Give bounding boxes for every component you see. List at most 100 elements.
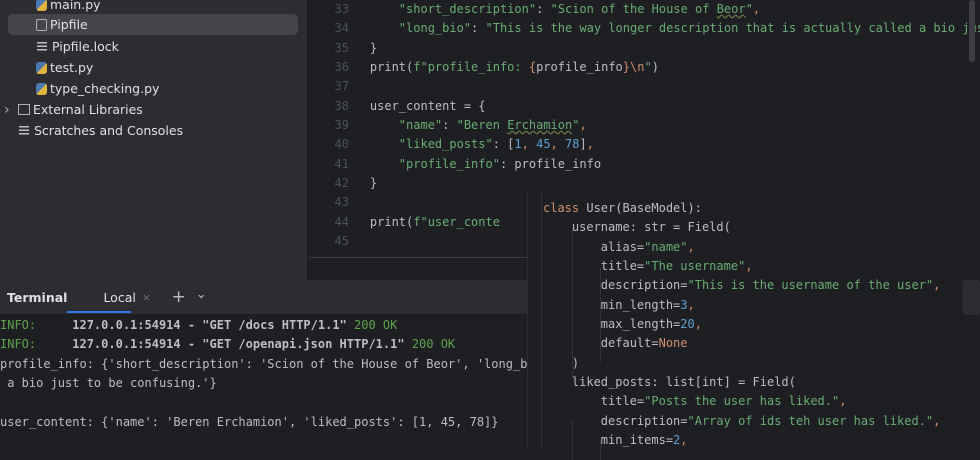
code-line: } — [341, 41, 377, 55]
popup-code-line: description="Array of ids teh user has l… — [543, 414, 940, 428]
active-tab-indicator — [67, 311, 131, 313]
code-line: "liked_posts": [1, 45, 78], — [341, 137, 594, 151]
code-line: print(f"user_conte — [341, 215, 500, 229]
code-token: : — [471, 21, 485, 35]
terminal-line: profile_info: {'short_description': 'Sci… — [0, 357, 542, 371]
code-token: "profile_info" — [399, 157, 500, 171]
tree-item-test-py[interactable]: test.py — [36, 57, 93, 78]
terminal-token: 200 OK — [412, 337, 455, 351]
code-token: "Array of ids teh user has liked." — [688, 414, 934, 428]
terminal-token: 127.0.0.1:54914 - "GET /openapi.json HTT… — [36, 337, 412, 351]
code-line: "long_bio": "This is the way longer desc… — [341, 21, 980, 35]
code-token: f"profile_info: — [413, 60, 529, 74]
code-token: "This is the way longer description that… — [486, 21, 980, 35]
code-token: 78 — [565, 137, 579, 151]
code-token: " — [644, 60, 651, 74]
indent-guide — [572, 228, 573, 378]
chevron-down-icon[interactable]: ⌄ — [196, 287, 207, 302]
code-token: , — [688, 240, 695, 254]
chevron-right-icon[interactable]: › — [4, 102, 10, 118]
code-token: profile_info — [536, 60, 623, 74]
code-token: 1 — [514, 137, 521, 151]
new-tab-icon[interactable]: + — [171, 287, 185, 307]
code-token: User(BaseModel): — [586, 201, 702, 215]
indent-guide — [572, 420, 573, 460]
tree-item-scratches-and-consoles[interactable]: Scratches and Consoles — [18, 120, 183, 141]
popup-scroll-handle[interactable] — [963, 280, 980, 315]
tree-item-label: Pipfile.lock — [52, 39, 119, 54]
code-token: , — [695, 317, 702, 331]
popup-code-line: ) — [543, 356, 579, 370]
code-line: "short_description": "Scion of the House… — [341, 2, 760, 16]
tab-local[interactable]: Local × — [91, 280, 157, 314]
tree-item-type-checking-py[interactable]: type_checking.py — [36, 78, 159, 99]
popup-code-line: min_items=2, — [543, 433, 688, 447]
terminal-token: a bio just to be confusing.'} — [0, 376, 217, 390]
code-token: alias= — [543, 240, 644, 254]
code-token: Erchamion — [507, 118, 572, 132]
code-token: , — [745, 259, 752, 273]
code-token: , — [579, 118, 586, 132]
popup-code-line: title="The username", — [543, 259, 753, 273]
indent-guide — [600, 267, 601, 362]
code-token: min_length= — [543, 298, 680, 312]
code-token: , — [522, 137, 536, 151]
code-line: print(f"profile_info: {profile_info}\n") — [341, 60, 659, 74]
tree-item-label: External Libraries — [33, 102, 143, 117]
code-token: } — [623, 60, 630, 74]
code-token: , — [839, 394, 846, 408]
tab-local-label: Local — [103, 290, 135, 305]
terminal-line: user_content: {'name': 'Beren Erchamion'… — [0, 415, 499, 429]
code-token: " — [746, 2, 753, 16]
pipfile-icon — [36, 19, 47, 31]
python-file-icon — [36, 62, 47, 74]
terminal-token: INFO: — [0, 318, 36, 332]
tree-item-label: main.py — [50, 0, 101, 12]
python-file-icon — [36, 0, 47, 11]
terminal-token: profile_info: {'short_description': 'Sci… — [0, 357, 542, 371]
code-token: "name" — [644, 240, 687, 254]
tree-item-main-py[interactable]: main.py — [36, 0, 101, 15]
code-token: , — [753, 2, 760, 16]
code-token: title= — [543, 394, 644, 408]
code-token: "short_description" — [399, 2, 536, 16]
quick-definition-popup: class User(BaseModel): username: str = F… — [527, 190, 980, 450]
code-token — [341, 2, 399, 16]
popup-code-line: alias="name", — [543, 240, 695, 254]
tree-item-external-libraries[interactable]: ›External Libraries — [18, 99, 143, 120]
popup-code-line: class User(BaseModel): — [543, 201, 702, 215]
code-token: "Beren — [457, 118, 508, 132]
code-token — [341, 21, 399, 35]
line-number: 45 — [309, 234, 349, 248]
code-token: title= — [543, 259, 644, 273]
terminal-token: INFO: — [0, 337, 36, 351]
code-token: ) — [652, 60, 659, 74]
code-token: , — [933, 278, 940, 292]
terminal-line: a bio just to be confusing.'} — [0, 376, 217, 390]
popup-code-line: description="This is the username of the… — [543, 278, 940, 292]
scratches-icon — [18, 124, 31, 137]
close-tab-icon[interactable]: × — [142, 291, 151, 304]
editor-scrollbar[interactable] — [969, 0, 975, 62]
code-token: max_length= — [543, 317, 680, 331]
code-token: user_content = { — [341, 99, 486, 113]
code-token: ] — [579, 137, 586, 151]
panel-divider[interactable] — [300, 0, 308, 280]
library-icon — [18, 104, 30, 115]
terminal-title: Terminal — [7, 290, 67, 305]
terminal-token: 127.0.0.1:54914 - "GET /docs HTTP/1.1" — [36, 318, 354, 332]
terminal-token: user_content: {'name': 'Beren Erchamion'… — [0, 415, 499, 429]
tree-item-label: test.py — [50, 60, 93, 75]
terminal-panel: Terminal Local × + ⌄ INFO: 127.0.0.1:549… — [0, 280, 527, 450]
tree-item-pipfile-lock[interactable]: Pipfile.lock — [36, 36, 119, 57]
code-token: "Posts the user has liked." — [644, 394, 839, 408]
popup-code-line: max_length=20, — [543, 317, 702, 331]
python-file-icon — [36, 83, 47, 95]
code-token — [341, 118, 399, 132]
code-token: } — [341, 176, 377, 190]
code-token: , — [587, 137, 594, 151]
code-token: print( — [341, 60, 413, 74]
tree-item-pipfile[interactable]: Pipfile — [8, 14, 298, 35]
code-line: "name": "Beren Erchamion", — [341, 118, 587, 132]
code-token: : [ — [493, 137, 515, 151]
